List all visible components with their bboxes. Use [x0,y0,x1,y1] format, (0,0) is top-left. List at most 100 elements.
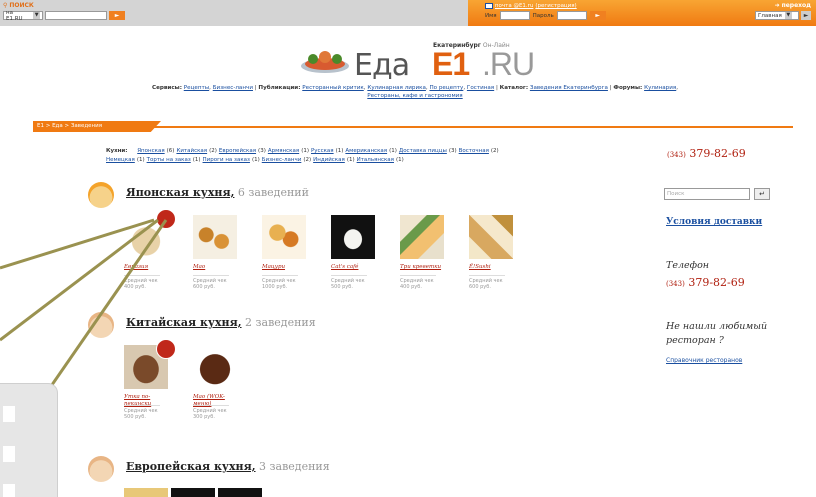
login-input[interactable] [499,11,530,20]
cuisine-link[interactable]: Американская [345,148,387,154]
callout-tile [3,446,15,462]
nav-link-by-recipe[interactable]: По рецепту [429,85,463,91]
chevron-down-icon: ▼ [33,12,40,19]
nav-link-critic[interactable]: Ресторанный критик [302,85,364,91]
restaurant-card[interactable]: Мацури Средний чек 1000 руб. [262,215,308,290]
cuisine-link[interactable]: Индийская [313,157,345,163]
nav-link-lyric[interactable]: Кулинарная лирика [367,85,426,91]
average-check-price: 1000 руб. [262,284,288,290]
breadcrumb[interactable]: E1 > Еда > Заведения [33,121,161,132]
restaurant-name[interactable]: Евразия [124,264,170,273]
directory-link[interactable]: Справочник ресторанов [666,357,742,364]
site-logo[interactable]: Екатеринбург Он-Лайн Еда E1 .RU [299,42,559,83]
restaurant-card[interactable]: Cat's café Средний чек 500 руб. [331,215,377,290]
sidebar-search-input[interactable]: Поиск [664,188,750,200]
cuisine-count: (2) [303,157,312,163]
cuisine-count: (1) [346,157,355,163]
cuisine-link[interactable]: Европейская [219,148,256,154]
nav-link-lounge[interactable]: Гостиная [467,85,494,91]
cuisine-link[interactable]: Пироги на заказ [203,157,250,163]
sidebar-phone: (343) 379-82-69 [666,276,745,289]
restaurant-name[interactable]: Три креветки [400,264,446,273]
restaurant-name[interactable]: Мао (WOK-меню) [193,394,239,407]
divider [331,275,367,276]
restaurant-name[interactable]: Утка по-пекински [124,394,170,407]
restaurant-card[interactable]: Мао (WOK-меню) Средний чек 300 руб. [193,345,239,420]
average-check-price: 600 руб. [193,284,215,290]
cuisine-count: (3) [448,148,457,154]
restaurant-name[interactable]: Мао [193,264,239,273]
restaurant-card[interactable]: Евразия Средний чек 400 руб. [124,209,176,290]
arrow-right-icon: ➜ [774,2,780,9]
delivery-terms-link[interactable]: Условия доставки [666,217,762,227]
register-link[interactable]: (регистрация) [535,3,576,9]
nav-link-business-lunch[interactable]: Бизнес-ланчи [213,85,253,91]
restaurant-card[interactable]: Утка по-пекински Средний чек 500 руб. [124,339,176,420]
cuisine-link[interactable]: Итальянская [357,157,394,163]
cuisine-count: (3) [258,148,266,154]
cuisine-count: (2) [209,148,217,154]
restaurant-name[interactable]: Cat's café [331,264,377,273]
restaurant-photo[interactable] [331,215,375,259]
cuisine-link[interactable]: Армянская [268,148,299,154]
logo-eda: Еда [354,48,410,83]
jump-block: ➜ переход Главная ▼ ► [755,2,811,20]
badge-icon [156,339,176,359]
restaurant-photo[interactable] [469,215,513,259]
average-check-price: 400 руб. [124,284,146,290]
login-button[interactable]: ► [589,11,606,20]
logo-e1: E1 [432,46,470,82]
search-input[interactable] [45,11,107,20]
jump-button[interactable]: ► [801,11,811,20]
divider [400,275,436,276]
average-check-price: 300 руб. [193,414,215,420]
section-title[interactable]: Китайская кухня, 2 заведения [126,316,316,329]
nav-link-recipes[interactable]: Рецепты [184,85,209,91]
restaurant-name[interactable]: Мацури [262,264,308,273]
mail-link[interactable]: почта @E1.ru [495,3,534,9]
divider [469,275,505,276]
restaurant-photo[interactable] [262,215,306,259]
restaurant-photo[interactable] [400,215,444,259]
restaurant-photo[interactable] [171,488,215,497]
cuisine-count: (1) [335,148,344,154]
section-title[interactable]: Европейская кухня, 3 заведения [126,460,330,473]
restaurant-photo[interactable] [193,345,237,389]
restaurant-card[interactable]: Три креветки Средний чек 400 руб. [400,215,446,290]
restaurant-photo[interactable] [193,215,237,259]
callout-panel [0,383,58,497]
cuisine-link[interactable]: Торты на заказ [147,157,191,163]
cuisine-link[interactable]: Китайская [176,148,207,154]
restaurant-card[interactable]: Ё!Sushi Средний чек 600 руб. [469,215,515,290]
restaurant-name[interactable]: Ё!Sushi [469,264,515,273]
nav-link-forum-cooking[interactable]: Кулинария [644,85,676,91]
badge-icon [156,209,176,229]
cuisine-link[interactable]: Японская [137,148,164,154]
phone-number: (343) 379-82-69 [667,147,746,160]
login-label: Имя [485,12,497,19]
cuisine-link[interactable]: Русская [311,148,334,154]
sidebar-search: Поиск ↵ [664,188,770,200]
restaurant-photo[interactable] [124,488,168,497]
services-nav: Сервисы: Рецепты, Бизнес-ланчи | Публика… [151,85,679,99]
cuisine-link[interactable]: Восточная [459,148,489,154]
password-input[interactable] [556,11,587,20]
restaurant-photo[interactable] [218,488,262,497]
dish-logo-icon [301,51,349,73]
average-check-price: 400 руб. [400,284,422,290]
sidebar-search-button[interactable]: ↵ [754,188,770,200]
nav-link-catalog[interactable]: Заведения Екатеринбурга [530,85,608,91]
cuisine-link[interactable]: Доставка пиццы [399,148,447,154]
divider [193,275,229,276]
chef-avatar-icon [88,312,114,338]
nav-link-forum-restaurants[interactable]: Рестораны, кафе и гастрономия [367,93,462,99]
restaurant-card[interactable]: Мао Средний чек 600 руб. [193,215,239,290]
jump-select[interactable]: Главная ▼ [755,11,799,20]
search-scope-select[interactable]: на E1.RU ▼ [3,10,43,22]
search-button[interactable]: ► [109,11,125,20]
cuisine-link[interactable]: Немецкая [106,157,135,163]
cuisine-count: (1) [192,157,201,163]
cuisine-link[interactable]: Бизнес-ланчи [262,157,302,163]
section-title[interactable]: Японская кухня, 6 заведений [126,186,309,199]
cuisine-count: (1) [389,148,397,154]
